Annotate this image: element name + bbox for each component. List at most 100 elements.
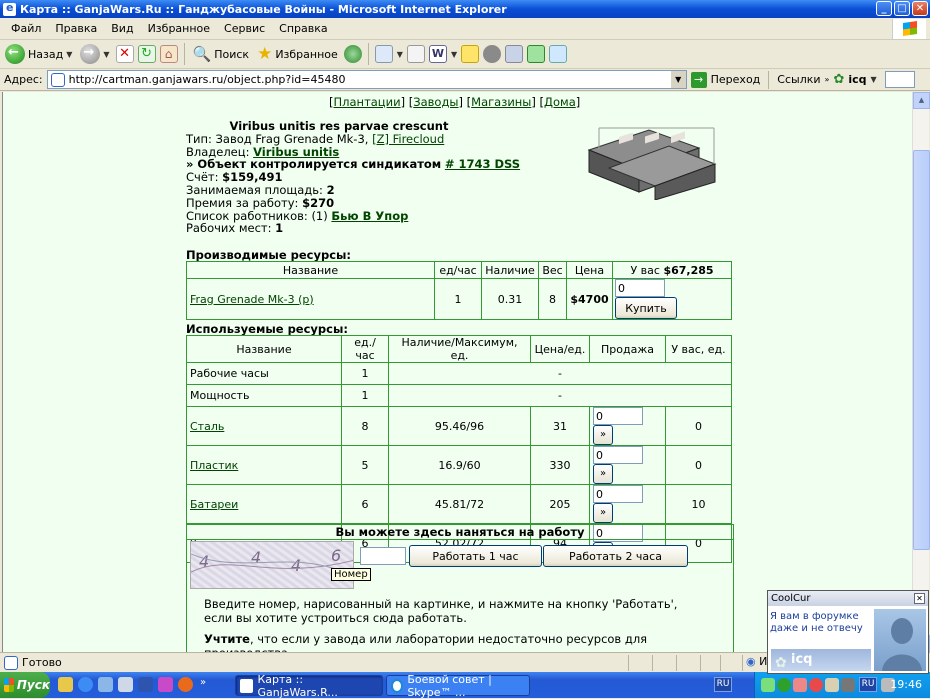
chevron-down-icon[interactable]: ▼ [670, 71, 686, 88]
tray-icon[interactable] [809, 678, 823, 692]
menu-file[interactable]: Файл [4, 22, 48, 35]
forward-button[interactable]: ▼ [78, 42, 111, 66]
buy-quantity-input[interactable] [615, 279, 665, 297]
scroll-up-icon[interactable]: ▲ [913, 92, 930, 109]
icq-label[interactable]: icq [848, 73, 866, 86]
col-sell: Продажа [589, 335, 666, 363]
word-icon[interactable]: W [428, 45, 447, 63]
resource-price: 330 [530, 445, 590, 485]
resource-link-batteries[interactable]: Батареи [190, 498, 238, 511]
object-info: Viribus unitis res parvae crescunt Тип: … [186, 120, 520, 235]
nav-houses[interactable]: Дома [544, 95, 576, 109]
quicklaunch-icon[interactable] [58, 677, 73, 692]
language-indicator[interactable]: RU [859, 677, 877, 692]
save-icon[interactable] [138, 677, 153, 692]
menu-favorites[interactable]: Избранное [141, 22, 217, 35]
task-skype-window[interactable]: Боевой совет | Skype™ ... [386, 673, 530, 699]
mail-icon[interactable] [374, 45, 393, 63]
type-link[interactable]: [Z] Firecloud [372, 132, 444, 146]
history-icon[interactable] [343, 45, 362, 63]
sell-button[interactable]: » [593, 503, 613, 523]
icq-search-input[interactable] [884, 71, 915, 88]
resource-link-plastic[interactable]: Пластик [190, 459, 238, 472]
sell-quantity-input[interactable] [593, 485, 643, 503]
tray-icon[interactable] [841, 678, 855, 692]
refresh-icon[interactable]: ↻ [137, 45, 156, 63]
home-icon[interactable]: ⌂ [159, 45, 178, 63]
tray-icon[interactable] [825, 678, 839, 692]
tray-icon[interactable] [761, 678, 775, 692]
maximize-button[interactable]: □ [894, 1, 910, 16]
resource-na: - [388, 362, 732, 385]
work-1-hour-button[interactable]: Работать 1 час [409, 545, 542, 567]
work-title: Вы можете здесь наняться на работу [187, 525, 733, 540]
notes-icon[interactable] [461, 45, 480, 63]
go-arrow-icon[interactable]: → [690, 71, 707, 88]
search-button[interactable]: 🔍 Поиск [191, 42, 252, 66]
chevron-right-icon[interactable]: » [200, 677, 206, 688]
people-icon[interactable] [549, 45, 568, 63]
table-row: Батареи 6 45.81/72 205 » 10 [186, 484, 732, 524]
chevron-down-icon: ▼ [103, 49, 110, 59]
nav-plantations[interactable]: Плантации [334, 95, 401, 109]
language-indicator[interactable]: RU [714, 677, 732, 692]
nav-factories[interactable]: Заводы [413, 95, 458, 109]
back-button[interactable]: Назад ▼ [3, 42, 74, 66]
window-title: Карта :: GanjaWars.Ru :: Ганджубасовые В… [20, 2, 507, 16]
icq-flower-icon[interactable] [527, 45, 546, 63]
buy-button[interactable]: Купить [615, 297, 677, 319]
syndicate-link[interactable]: # 1743 DSS [445, 157, 520, 171]
resource-link-steel[interactable]: Сталь [190, 420, 224, 433]
sell-button[interactable]: » [593, 464, 613, 484]
forward-arrow-icon [80, 44, 101, 64]
app-icon[interactable] [158, 677, 173, 692]
work-panel: Вы можете здесь наняться на работу 4 4 4… [186, 524, 734, 652]
table-row: Мощность 1 - [186, 384, 732, 407]
task-ie-window[interactable]: Карта :: GanjaWars.R... [235, 673, 383, 699]
product-link[interactable]: Frag Grenade Mk-3 (p) [190, 293, 314, 306]
icq-notification[interactable]: CoolCur ✕ Я вам в форумке даже и не отве… [767, 590, 929, 674]
favorites-button[interactable]: ★ Избранное [255, 42, 340, 66]
tray-icon[interactable] [793, 678, 807, 692]
minimize-button[interactable]: _ [876, 1, 892, 16]
menu-edit[interactable]: Правка [48, 22, 104, 35]
firefox-icon[interactable] [178, 677, 193, 692]
sell-button[interactable]: » [593, 425, 613, 445]
col-weight: Вес [538, 261, 567, 279]
used-title: Используемые ресурсы: [186, 322, 348, 336]
search-label: Поиск [214, 47, 250, 61]
chevron-right-icon[interactable]: » [825, 75, 830, 84]
explorer-icon[interactable] [118, 677, 133, 692]
chevron-down-icon[interactable]: ▼ [397, 50, 403, 59]
ie-quicklaunch-icon[interactable] [78, 677, 93, 692]
address-input[interactable]: http://cartman.ganjawars.ru/object.php?i… [46, 70, 687, 89]
stop-icon[interactable]: ✕ [115, 45, 134, 63]
chevron-down-icon[interactable]: ▼ [871, 75, 877, 84]
sell-quantity-input[interactable] [593, 446, 643, 464]
address-url[interactable]: http://cartman.ganjawars.ru/object.php?i… [69, 73, 346, 86]
desktop-icon[interactable] [98, 677, 113, 692]
resource-rate: 6 [341, 484, 389, 524]
links-button[interactable]: Ссылки [777, 73, 820, 86]
sell-quantity-input[interactable] [593, 407, 643, 425]
worker-link[interactable]: Бью В Упор [331, 209, 408, 223]
clock[interactable]: 19:46 [890, 678, 922, 691]
vertical-scrollbar[interactable]: ▲ ▼ [912, 92, 930, 652]
captcha-input[interactable] [360, 547, 406, 565]
chevron-down-icon[interactable]: ▼ [451, 50, 457, 59]
research-icon[interactable] [505, 45, 524, 63]
close-icon[interactable]: ✕ [914, 593, 925, 604]
start-button[interactable]: Пуск [0, 672, 50, 698]
go-button[interactable]: Переход [711, 73, 761, 86]
close-button[interactable]: ✕ [912, 1, 928, 16]
menu-help[interactable]: Справка [272, 22, 334, 35]
nav-shops[interactable]: Магазины [471, 95, 531, 109]
menu-tools[interactable]: Сервис [217, 22, 272, 35]
menu-view[interactable]: Вид [104, 22, 140, 35]
print-icon[interactable] [406, 45, 425, 63]
icq-tray-icon[interactable] [777, 678, 791, 692]
scroll-thumb[interactable] [913, 150, 930, 550]
work-2-hours-button[interactable]: Работать 2 часа [543, 545, 688, 567]
messenger-icon[interactable] [483, 45, 502, 63]
windows-logo-icon [892, 19, 926, 39]
